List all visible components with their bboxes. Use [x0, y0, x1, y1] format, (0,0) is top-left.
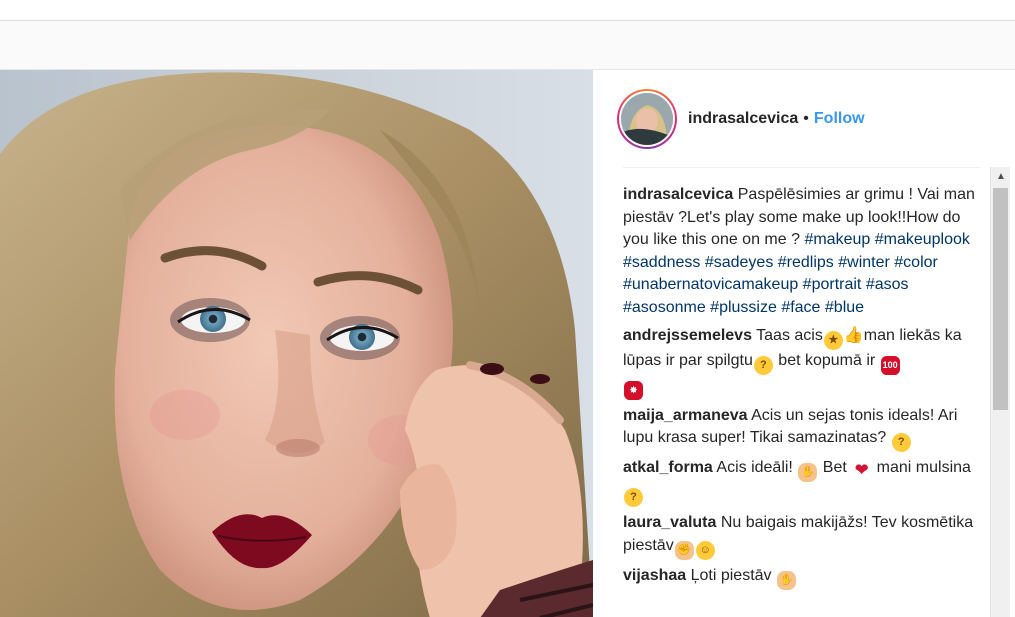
thinking-emoji-icon: ?	[753, 355, 773, 375]
thumbs-up-emoji-icon: ✊	[674, 540, 694, 560]
avatar-image	[621, 93, 673, 145]
comment-item: maija_armaneva Acis un sejas tonis ideal…	[623, 405, 975, 453]
header-username[interactable]: indrasalcevica	[688, 110, 798, 128]
kiss-lips-emoji-icon: ❤	[855, 462, 869, 480]
comment-text: Acis ideāli!	[716, 459, 793, 477]
ok-hand-emoji-icon: ✋	[777, 570, 796, 590]
separator-dot: •	[803, 110, 809, 127]
avatar-story-ring[interactable]	[617, 89, 677, 149]
scrollbar-thumb[interactable]	[993, 188, 1008, 410]
caption: indrasalcevica Paspēlēsimies ar grimu ! …	[623, 184, 975, 320]
portrait-image	[0, 70, 593, 617]
comment-item: atkal_forma Acis ideāli! ✋ Bet ❤ mani mu…	[623, 457, 975, 508]
post-header: indrasalcevica • Follow	[617, 88, 865, 150]
comment-item: andrejssemelevs Taas acis ★ 👍man liekās ka…	[623, 325, 975, 400]
comment-username[interactable]: atkal_forma	[623, 459, 713, 476]
thinking-emoji-icon: ?	[891, 433, 911, 453]
comment-text: Bet	[818, 459, 852, 477]
comment-text: Ļoti piestāv	[690, 566, 772, 584]
ok-hand-emoji-icon: ✋	[798, 463, 818, 483]
top-navigation-bar	[0, 0, 1015, 21]
comments-list: indrasalcevica Paspēlēsimies ar grimu ! …	[623, 184, 975, 617]
post-dialog: indrasalcevica • Follow indrasalcevica P…	[0, 69, 1015, 617]
comment-username[interactable]: vijashaa	[623, 567, 686, 584]
comments-scrollbar[interactable]: ▲	[990, 167, 1010, 617]
chevron-up-icon[interactable]: ▲	[991, 167, 1011, 185]
post-sidebar: indrasalcevica • Follow indrasalcevica P…	[593, 70, 1015, 617]
comment-text: Taas acis	[756, 326, 823, 344]
star-struck-emoji-icon: ★	[823, 330, 843, 350]
comment-username[interactable]: laura_valuta	[623, 514, 716, 531]
header-divider	[623, 167, 980, 168]
collision-emoji-icon: ✸	[624, 380, 643, 400]
comment-item: laura_valuta Nu baigais makijāžs! Tev ko…	[623, 512, 975, 560]
comment-username[interactable]: maija_armaneva	[623, 407, 748, 424]
comment-username[interactable]: andrejssemelevs	[623, 327, 752, 344]
avatar[interactable]	[619, 91, 675, 147]
post-photo[interactable]	[0, 70, 593, 617]
thinking-emoji-icon: ?	[624, 488, 643, 508]
caption-username[interactable]: indrasalcevica	[623, 186, 733, 203]
comment-item: vijashaa Ļoti piestāv ✋	[623, 565, 975, 590]
hundred-emoji-icon: 100	[880, 355, 900, 375]
comment-text: bet kopumā ir	[773, 351, 880, 369]
smiling-face-emoji-icon: ☺	[695, 540, 715, 560]
follow-button[interactable]: Follow	[814, 110, 865, 128]
comment-text: mani mulsina	[872, 459, 971, 477]
